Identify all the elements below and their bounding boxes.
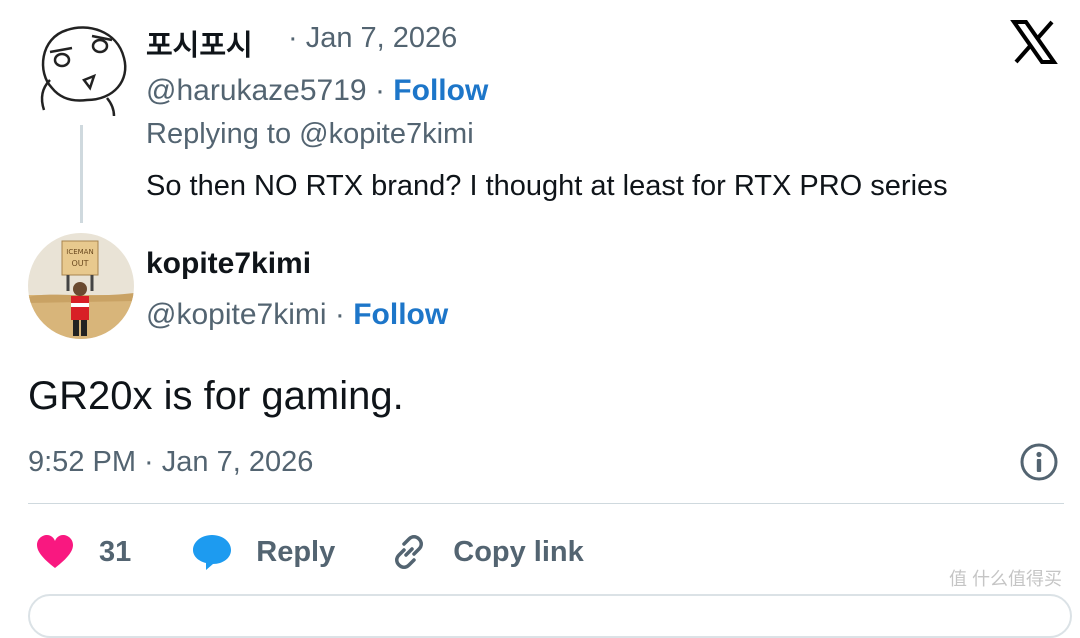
reply-button[interactable]: Reply [192,533,335,571]
svg-text:OUT: OUT [71,259,88,268]
action-bar: 31 Reply Copy link [36,530,584,574]
main-handle-line: @kopite7kimi · Follow [146,298,448,332]
separator-dot: · [374,74,385,107]
follow-button[interactable]: Follow [353,298,448,331]
copy-link-label: Copy link [453,535,584,568]
avatar-kopite7kimi[interactable]: ICEMAN OUT [28,233,134,339]
reply-date[interactable]: · Jan 7, 2026 [288,22,457,55]
watermark: 值 什么值得买 [949,565,1062,591]
heart-icon [37,535,73,568]
reply-bubble-icon [193,535,232,570]
separator-dot: · [334,298,345,331]
reply-display-name[interactable]: 포시포시 [146,22,253,64]
like-button[interactable]: 31 [36,535,131,569]
watermark-text: 值 什么值得买 [948,569,1062,589]
reply-handle-line: @harukaze5719 · Follow [146,74,488,108]
main-handle[interactable]: @kopite7kimi [146,298,327,331]
divider [28,503,1064,504]
avatar-harukaze[interactable] [32,18,132,118]
tweet-timestamp[interactable]: 9:52 PM · Jan 7, 2026 [28,446,313,479]
follow-button[interactable]: Follow [393,74,488,107]
copy-link-button[interactable]: Copy link [389,532,584,572]
avatar-sign-text: ICEMAN [66,248,93,256]
like-count: 31 [99,535,132,568]
reply-handle[interactable]: @harukaze5719 [146,74,367,107]
info-icon[interactable] [1019,442,1059,482]
x-logo-icon[interactable] [1010,18,1058,66]
link-icon [395,535,424,569]
main-tweet-text: GR20x is for gaming. [28,374,404,418]
replying-to[interactable]: Replying to @kopite7kimi [146,118,474,151]
reply-label: Reply [256,535,336,568]
thread-connector [80,125,83,223]
reply-tweet-text: So then NO RTX brand? I thought at least… [146,170,948,202]
doodle-face-icon [40,26,127,117]
main-display-name[interactable]: kopite7kimi [146,247,311,281]
